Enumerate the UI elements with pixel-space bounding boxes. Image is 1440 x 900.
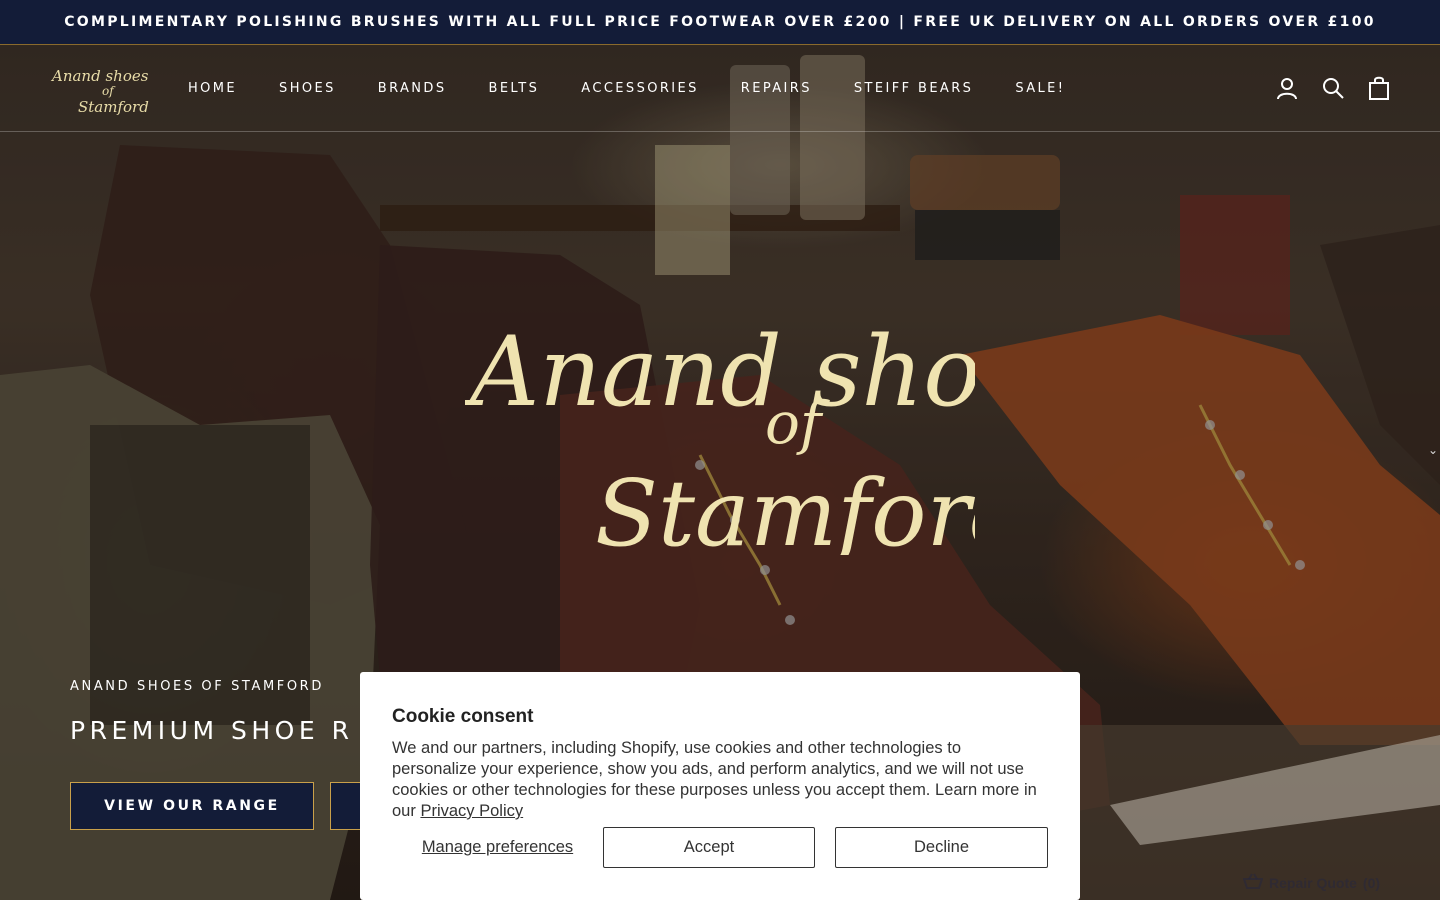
basket-icon [1242, 873, 1264, 892]
repair-quote-label: Repair Quote [1269, 874, 1357, 891]
repair-quote-button[interactable]: Repair Quote (0) [1242, 873, 1381, 892]
main-nav: HOME SHOES BRANDS BELTS ACCESSORIES REPA… [188, 45, 1107, 132]
svg-text:Anand shoes: Anand shoes [465, 316, 975, 428]
nav-item-home[interactable]: HOME [188, 81, 237, 96]
svg-text:of: of [765, 389, 831, 457]
privacy-policy-link[interactable]: Privacy Policy [420, 802, 523, 820]
cookie-title: Cookie consent [392, 706, 534, 727]
cookie-consent-dialog: Cookie consent We and our partners, incl… [360, 672, 1080, 900]
svg-text:of: of [102, 84, 116, 98]
search-icon[interactable] [1320, 75, 1346, 101]
site-header: Anand shoes of Stamford HOME SHOES BRAND… [0, 45, 1440, 132]
manage-preferences-link[interactable]: Manage preferences [392, 838, 603, 857]
hero-subtitle: ANAND SHOES OF STAMFORD [70, 679, 324, 694]
svg-text:Stamford: Stamford [78, 98, 149, 115]
account-icon[interactable] [1274, 75, 1300, 101]
cookie-body: We and our partners, including Shopify, … [392, 738, 1048, 822]
announcement-text: COMPLIMENTARY POLISHING BRUSHES WITH ALL… [64, 14, 1376, 30]
svg-text:Anand shoes: Anand shoes [50, 67, 149, 85]
hero-title: PREMIUM SHOE R [70, 716, 354, 745]
svg-text:Stamford: Stamford [595, 460, 975, 555]
bag-icon[interactable] [1366, 75, 1392, 101]
announcement-bar: COMPLIMENTARY POLISHING BRUSHES WITH ALL… [0, 0, 1440, 45]
decline-button[interactable]: Decline [835, 827, 1048, 868]
hero-logo: Anand shoes of Stamford [465, 316, 975, 555]
nav-item-sale[interactable]: SALE! [1015, 81, 1065, 96]
chevron-down-icon[interactable]: ⌄ [1428, 443, 1438, 457]
nav-item-accessories[interactable]: ACCESSORIES [581, 81, 699, 96]
repair-quote-count: (0) [1362, 874, 1381, 891]
nav-item-belts[interactable]: BELTS [489, 81, 540, 96]
header-icons [1274, 75, 1392, 101]
brand-logo[interactable]: Anand shoes of Stamford [50, 63, 150, 115]
view-our-range-button[interactable]: VIEW OUR RANGE [70, 782, 314, 830]
nav-item-steiff-bears[interactable]: STEIFF BEARS [854, 81, 973, 96]
cookie-actions: Manage preferences Accept Decline [392, 827, 1048, 868]
nav-item-repairs[interactable]: REPAIRS [741, 81, 812, 96]
accept-button[interactable]: Accept [603, 827, 815, 868]
nav-item-shoes[interactable]: SHOES [279, 81, 336, 96]
nav-item-brands[interactable]: BRANDS [378, 81, 447, 96]
